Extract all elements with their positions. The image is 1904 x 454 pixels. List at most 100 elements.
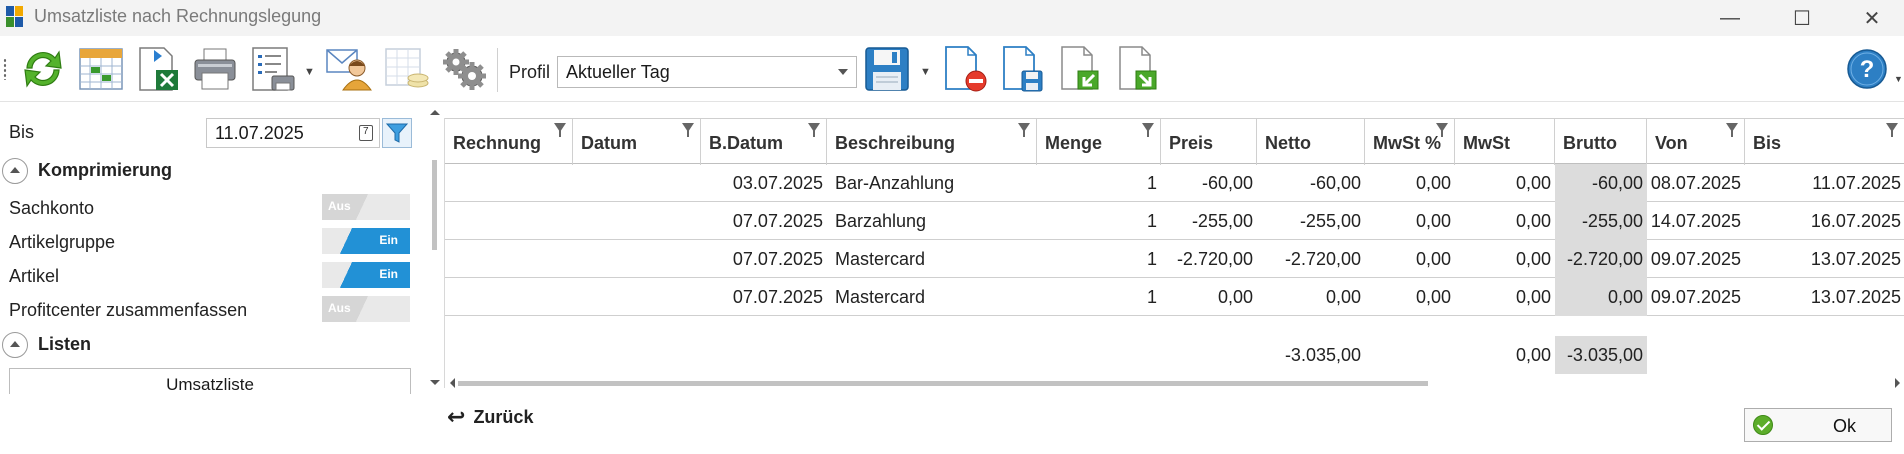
title-bar: Umsatzliste nach Rechnungslegung — ☐ ✕: [0, 0, 1904, 36]
cell-mwst: 0,00: [1415, 287, 1451, 307]
table-row[interactable]: 07.07.2025 Mastercard 1 -2.720,00 -2.720,00 0…: [445, 240, 1904, 278]
column-header-mwst[interactable]: MwSt: [1455, 119, 1555, 165]
cell-brutto: 0,00: [1555, 278, 1647, 316]
komprimierung-section-header[interactable]: Komprimierung: [0, 156, 430, 186]
filter-icon[interactable]: [1142, 123, 1154, 137]
column-header-beschreibung[interactable]: Beschreibung: [827, 119, 1037, 165]
artikelgruppe-label: Artikelgruppe: [9, 232, 116, 252]
column-header-preis[interactable]: Preis: [1161, 119, 1257, 165]
cell-beschreibung: Mastercard: [835, 287, 926, 307]
calendar-grid-icon: [79, 48, 123, 90]
cell-mwst: 0,00: [1515, 287, 1551, 307]
listen-title: Listen: [38, 334, 92, 354]
help-button[interactable]: ?: [1842, 44, 1892, 94]
filter-button[interactable]: [382, 118, 412, 148]
save-as-profile-button[interactable]: [996, 44, 1050, 94]
listen-section-header[interactable]: Listen: [0, 330, 430, 360]
excel-export-button[interactable]: [132, 44, 186, 94]
cell-netto: -255,00: [1299, 211, 1361, 231]
collapse-icon[interactable]: [2, 158, 28, 184]
cell-brutto: -2.720,00: [1555, 240, 1647, 278]
ok-button[interactable]: Ok: [1744, 408, 1892, 442]
scroll-thumb[interactable]: [458, 381, 1428, 386]
cell-datum: [573, 164, 701, 202]
column-header-label: B.Datum: [709, 133, 784, 153]
toggle-label: Ein: [379, 233, 398, 247]
filter-icon[interactable]: [808, 123, 820, 137]
column-header-datum[interactable]: Datum: [573, 119, 701, 165]
delete-profile-button[interactable]: [938, 44, 992, 94]
table-row[interactable]: 07.07.2025 Barzahlung 1 -255,00 -255,00 0,00 0…: [445, 202, 1904, 240]
sachkonto-toggle[interactable]: Aus: [322, 194, 410, 220]
cell-mwst: 0,00: [1415, 211, 1451, 231]
refresh-button[interactable]: [16, 44, 70, 94]
maximize-button[interactable]: ☐: [1772, 0, 1832, 36]
artikelgruppe-toggle[interactable]: Ein: [322, 228, 410, 254]
cell-b-datum: 07.07.2025: [732, 249, 823, 269]
grid-coins-button[interactable]: [380, 44, 434, 94]
save-document-icon: [1003, 46, 1043, 92]
bis-label: Bis: [9, 122, 35, 142]
column-header-menge[interactable]: Menge: [1037, 119, 1161, 165]
checkmark-icon: [1753, 415, 1773, 435]
table-row[interactable]: 03.07.2025 Bar-Anzahlung 1 -60,00 -60,00 0,00…: [445, 164, 1904, 202]
column-header-b-datum[interactable]: B.Datum: [701, 119, 827, 165]
excel-export-icon: [139, 47, 178, 91]
artikel-toggle[interactable]: Ein: [322, 262, 410, 288]
calendar-icon[interactable]: [359, 125, 373, 141]
filter-icon[interactable]: [682, 123, 694, 137]
print-layout-button[interactable]: [246, 44, 300, 94]
grid-horizontal-scrollbar[interactable]: [444, 376, 1904, 390]
import-profile-button[interactable]: [1054, 44, 1108, 94]
filter-panel: Bis 11.07.2025 Komprimierung Sachkonto A…: [0, 104, 446, 394]
mail-contact-button[interactable]: [322, 44, 376, 94]
profil-select[interactable]: Aktueller Tag: [557, 56, 857, 88]
bis-date-input[interactable]: 11.07.2025: [206, 118, 380, 148]
filter-icon[interactable]: [1886, 123, 1898, 137]
profil-select-value: Aktueller Tag: [566, 62, 670, 82]
left-panel-scrollbar[interactable]: [428, 104, 440, 394]
save-profile-dropdown-arrow[interactable]: ▼: [920, 66, 931, 78]
cell-mwst: 0,00: [1515, 211, 1551, 231]
back-label: Zurück: [473, 406, 534, 427]
column-header-bis[interactable]: Bis: [1745, 119, 1904, 165]
save-profile-button[interactable]: [862, 44, 912, 94]
settings-button[interactable]: [436, 44, 490, 94]
column-header-netto[interactable]: Netto: [1257, 119, 1365, 165]
artikel-row: Artikel Ein: [0, 258, 446, 292]
scroll-down-icon[interactable]: [430, 380, 440, 385]
scroll-thumb[interactable]: [432, 160, 437, 250]
column-header-von[interactable]: Von: [1647, 119, 1745, 165]
filter-icon[interactable]: [554, 123, 566, 137]
back-button[interactable]: ↩ Zurück: [447, 404, 533, 430]
toolbar-separator: [497, 48, 498, 92]
scroll-right-icon[interactable]: [1895, 378, 1900, 388]
print-button[interactable]: [188, 44, 242, 94]
column-header-rechnung[interactable]: Rechnung: [445, 119, 573, 165]
return-arrow-icon: ↩: [447, 404, 466, 429]
cell-von: 09.07.2025: [1650, 287, 1741, 307]
umsatzliste-button[interactable]: Umsatzliste: [9, 368, 411, 394]
profitcenter-toggle[interactable]: Aus: [322, 296, 410, 322]
column-header-label: Brutto: [1563, 133, 1617, 153]
cell-von: 08.07.2025: [1650, 173, 1741, 193]
toolbar-overflow-arrow[interactable]: ▼: [1894, 74, 1903, 84]
column-header-brutto[interactable]: Brutto: [1555, 119, 1647, 165]
calendar-grid-button[interactable]: [74, 44, 128, 94]
close-button[interactable]: ✕: [1842, 0, 1902, 36]
column-header-mwst[interactable]: MwSt %: [1365, 119, 1455, 165]
scroll-up-icon[interactable]: [430, 110, 440, 115]
collapse-icon[interactable]: [2, 332, 28, 358]
export-profile-button[interactable]: [1112, 44, 1166, 94]
sachkonto-label: Sachkonto: [9, 198, 95, 218]
scroll-left-icon[interactable]: [450, 378, 455, 388]
filter-icon[interactable]: [1726, 123, 1738, 137]
minimize-button[interactable]: —: [1700, 0, 1760, 36]
revenue-grid: Rechnung Datum B.Datum Beschreibung Menge Pre…: [444, 118, 1904, 388]
filter-icon[interactable]: [1436, 123, 1448, 137]
toolbar-grip[interactable]: [3, 58, 7, 80]
cell-b-datum: 07.07.2025: [732, 211, 823, 231]
print-layout-dropdown-arrow[interactable]: ▼: [304, 66, 315, 78]
table-row[interactable]: 07.07.2025 Mastercard 1 0,00 0,00 0,00 0,00 0,0…: [445, 278, 1904, 316]
filter-icon[interactable]: [1018, 123, 1030, 137]
